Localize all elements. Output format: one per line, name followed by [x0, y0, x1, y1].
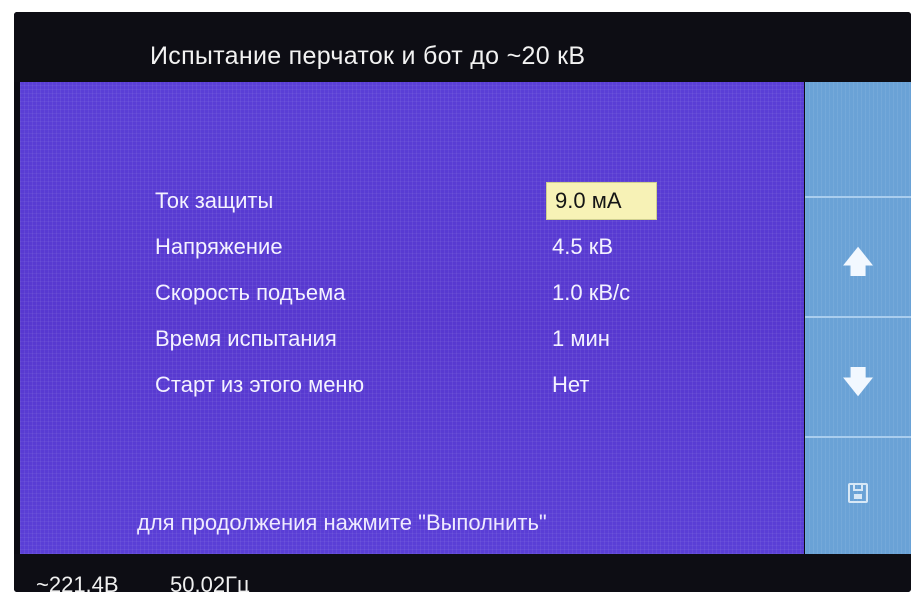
side-button-panel: 🡅 🡇 — [805, 82, 911, 554]
param-row-protection-current[interactable]: Ток защиты 9.0 мА — [20, 182, 804, 228]
mains-frequency: 50.02Гц — [170, 572, 250, 592]
title-bar: Испытание перчаток и бот до ~20 кВ — [14, 12, 911, 82]
param-label: Скорость подъема — [155, 280, 346, 305]
param-row-start-from-menu[interactable]: Старт из этого меню Нет — [20, 372, 804, 412]
side-button-save[interactable] — [805, 438, 911, 554]
param-value-selected[interactable]: 9.0 мА — [546, 182, 657, 220]
param-row-ramp-speed[interactable]: Скорость подъема 1.0 кВ/с — [20, 280, 804, 320]
side-button-blank[interactable] — [805, 82, 911, 198]
side-button-down[interactable]: 🡇 — [805, 318, 911, 438]
hint-text: для продолжения нажмите "Выполнить" — [137, 510, 547, 535]
param-value[interactable]: 4.5 кВ — [552, 234, 613, 260]
param-value[interactable]: 1.0 кВ/с — [552, 280, 630, 306]
side-button-up[interactable]: 🡅 — [805, 198, 911, 318]
param-label: Напряжение — [155, 234, 283, 259]
param-row-test-time[interactable]: Время испытания 1 мин — [20, 326, 804, 366]
param-row-voltage[interactable]: Напряжение 4.5 кВ — [20, 234, 804, 274]
arrow-up-icon: 🡅 — [842, 246, 874, 279]
status-bar: ~221.4В 50.02Гц — [14, 554, 911, 592]
param-value[interactable]: 1 мин — [552, 326, 610, 352]
device-bezel: Испытание перчаток и бот до ~20 кВ Ток з… — [0, 0, 919, 594]
display-screen: Испытание перчаток и бот до ~20 кВ Ток з… — [14, 12, 911, 592]
param-label: Ток защиты — [155, 188, 274, 213]
param-value[interactable]: Нет — [552, 372, 589, 398]
settings-panel: Ток защиты 9.0 мА Напряжение 4.5 кВ Скор… — [20, 82, 804, 554]
arrow-down-icon: 🡇 — [842, 366, 874, 399]
screen-title: Испытание перчаток и бот до ~20 кВ — [150, 42, 586, 70]
param-label: Время испытания — [155, 326, 337, 351]
param-label: Старт из этого меню — [155, 372, 365, 397]
save-icon — [848, 483, 868, 503]
mains-voltage: ~221.4В — [36, 572, 119, 592]
